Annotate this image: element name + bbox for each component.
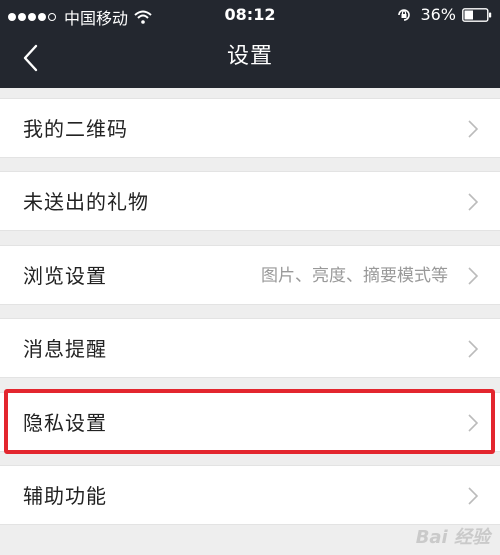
battery-icon	[462, 7, 492, 22]
chevron-right-icon	[468, 487, 478, 505]
app-header: 中国移动 08:12 36% 设置	[0, 0, 500, 88]
watermark: Bai 经验	[415, 527, 490, 548]
status-right: 36%	[396, 5, 492, 24]
chevron-right-icon	[468, 193, 478, 211]
chevron-right-icon	[468, 340, 478, 358]
battery-percent: 36%	[420, 5, 456, 24]
settings-row-unsent-gifts[interactable]: 未送出的礼物	[0, 171, 500, 231]
nav-bar: 设置	[0, 30, 500, 88]
settings-row-accessibility[interactable]: 辅助功能	[0, 465, 500, 525]
chevron-right-icon	[468, 267, 478, 285]
settings-row-browse[interactable]: 浏览设置 图片、亮度、摘要模式等	[0, 245, 500, 305]
row-detail: 图片、亮度、摘要模式等	[261, 266, 448, 286]
row-label: 消息提醒	[23, 337, 107, 361]
settings-row-qrcode[interactable]: 我的二维码	[0, 98, 500, 158]
chevron-left-icon	[23, 44, 38, 72]
back-button[interactable]	[10, 38, 50, 78]
row-label: 我的二维码	[23, 117, 128, 141]
row-label: 未送出的礼物	[23, 190, 149, 214]
status-bar: 中国移动 08:12 36%	[0, 0, 500, 30]
page-title: 设置	[226, 44, 273, 69]
row-label: 辅助功能	[23, 484, 107, 508]
rotation-lock-icon	[398, 8, 411, 21]
chevron-right-icon	[468, 120, 478, 138]
highlight-box	[4, 389, 495, 454]
row-label: 浏览设置	[23, 264, 107, 288]
settings-row-notifications[interactable]: 消息提醒	[0, 318, 500, 378]
